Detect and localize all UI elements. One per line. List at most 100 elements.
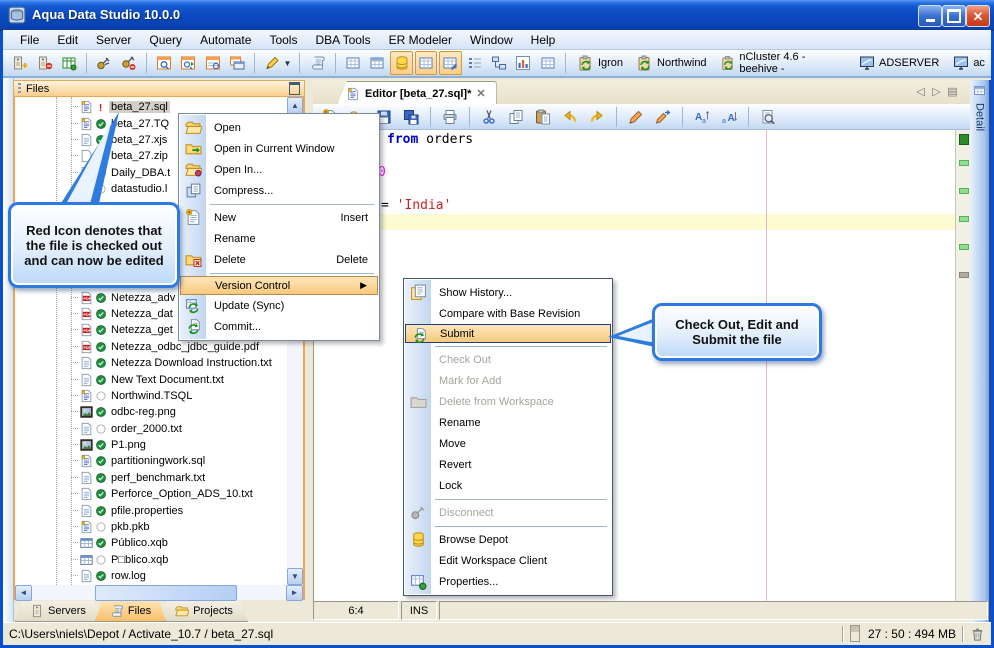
menu-item-rename[interactable]: Rename [180,228,378,249]
tree-item-netezza-odbc-jdbc-guide-pdf[interactable]: PDF Netezza_odbc_jdbc_guide.pdf [15,339,287,355]
menu-item-lock[interactable]: Lock [405,475,611,496]
server-shortcut-adserver[interactable]: ADSERVER [859,55,939,71]
menu-item-open-in[interactable]: Open In... [180,159,378,180]
editor-toolbar-pen-icon[interactable] [624,105,648,129]
menu-item-properties[interactable]: Properties... [405,571,611,592]
server-shortcut-igron[interactable]: Igron [578,55,623,71]
toolbar-outline-icon[interactable] [464,51,486,75]
tree-item-new-text-document-txt[interactable]: New Text Document.txt [15,371,287,387]
scroll-left-icon[interactable]: ◄ [15,585,32,601]
editor-tab[interactable]: Editor [beta_27.sql]* ✕ [337,81,497,105]
menu-item-new[interactable]: New Insert [180,207,378,228]
scroll-down-icon[interactable]: ▼ [287,568,303,585]
menu-item-update-sync[interactable]: Update (Sync) [180,295,378,316]
editor-toolbar-copy-icon[interactable] [504,105,528,129]
editor-toolbar-print-icon[interactable] [438,105,462,129]
scrollbar-thumb[interactable] [95,585,237,601]
tree-item-perf-benchmark-txt[interactable]: perf_benchmark.txt [15,470,287,486]
menu-item-browse-depot[interactable]: Browse Depot [405,529,611,550]
tree-item-partitioningwork-sql[interactable]: partitioningwork.sql [15,453,287,469]
error-stripe-mark[interactable] [959,134,969,145]
maximize-button[interactable] [942,5,966,27]
menu-item-submit[interactable]: Submit [405,324,611,344]
toolbar-server-remove-icon[interactable] [33,51,55,75]
tree-item-row-log[interactable]: row.log [15,568,287,584]
tab-scroll-right-icon[interactable]: ▷ [930,86,943,99]
toolbar-automate-pen-icon[interactable] [261,51,283,75]
menu-item-move[interactable]: Move [405,433,611,454]
server-shortcut-ac[interactable]: ac [953,55,985,71]
menu-item-compare-with-base-revision[interactable]: Compare with Base Revision [405,303,611,324]
toolbar-grid-plain-icon[interactable] [414,51,438,75]
editor-toolbar-cut-icon[interactable] [477,105,501,129]
editor-toolbar-redo-icon[interactable] [585,105,609,129]
toolbar-grid-header-icon[interactable] [366,51,388,75]
panel-tab-projects[interactable]: Projects [160,601,248,622]
error-stripe-mark[interactable] [959,272,969,278]
editor-toolbar-find-doc-icon[interactable] [756,105,780,129]
menu-item-edit-workspace-client[interactable]: Edit Workspace Client [405,550,611,571]
editor-toolbar-save-all-icon[interactable] [399,105,423,129]
scroll-right-icon[interactable]: ► [286,585,303,601]
menu-item-show-history[interactable]: Show History... [405,282,611,303]
garbage-collect-icon[interactable] [970,626,985,642]
toolbar-er-diagram-icon[interactable] [488,51,510,75]
files-panel-header[interactable]: Files [13,80,305,97]
menubar-item-edit[interactable]: Edit [48,31,87,49]
tree-horizontal-scrollbar[interactable]: ◄ ► [15,585,303,601]
menu-item-delete[interactable]: Delete Delete [180,249,378,270]
close-button[interactable]: ✕ [966,5,990,27]
minimize-button[interactable] [918,5,942,27]
menu-item-open-in-current-window[interactable]: Open in Current Window [180,138,378,159]
dropdown-caret-icon[interactable]: ▼ [284,59,292,68]
menubar-item-window[interactable]: Window [461,31,522,49]
menu-item-commit[interactable]: Commit... [180,316,378,337]
tree-item-northwind-tsql[interactable]: Northwind.TSQL [15,388,287,404]
tree-item-p1-png[interactable]: P1.png [15,437,287,453]
error-stripe-mark[interactable] [959,160,969,166]
menubar-item-er-modeler[interactable]: ER Modeler [380,31,461,49]
menubar-item-tools[interactable]: Tools [260,31,306,49]
server-shortcut-ncluster-4-6-beehive[interactable]: nCluster 4.6 - beehive - [721,51,845,75]
error-stripe-mark[interactable] [959,188,969,194]
menubar-item-help[interactable]: Help [522,31,565,49]
menubar-item-query[interactable]: Query [140,31,191,49]
tab-scroll-left-icon[interactable]: ◁ [914,86,927,99]
toolbar-table-plain-icon[interactable] [537,51,559,75]
title-bar[interactable]: Aqua Data Studio 10.0.0 ✕ [0,0,994,31]
toolbar-query-analyzer-icon[interactable] [153,51,175,75]
toolbar-grid-edit-icon[interactable] [439,51,462,75]
toolbar-query-view-icon[interactable] [201,51,223,75]
panel-tab-servers[interactable]: Servers [15,601,101,622]
tree-item-p-blico-xqb[interactable]: P□blico.xqb [15,552,287,568]
error-stripe-mark[interactable] [959,244,969,250]
menu-item-open[interactable]: Open [180,117,378,138]
editor-toolbar-undo-icon[interactable] [558,105,582,129]
editor-toolbar-paste-icon[interactable] [531,105,555,129]
tree-item-order-2000-txt[interactable]: order_2000.txt [15,421,287,437]
toolbar-disconnect-icon[interactable] [117,51,139,75]
toolbar-window-switch-icon[interactable] [226,51,248,75]
tree-item-p-blico-xqb[interactable]: Público.xqb [15,535,287,551]
scroll-up-icon[interactable]: ▲ [287,97,303,114]
toolbar-db-cylinder-icon[interactable] [390,51,413,75]
menu-item-compress[interactable]: Compress... [180,180,378,201]
editor-toolbar-font-inc-icon[interactable]: Aa [690,105,714,129]
menubar-item-automate[interactable]: Automate [191,31,260,49]
server-shortcut-northwind[interactable]: Northwind [637,55,707,71]
menubar-item-server[interactable]: Server [87,31,140,49]
editor-toolbar-font-dec-icon[interactable]: aA [717,105,741,129]
toolbar-table-green-icon[interactable] [58,51,80,75]
toolbar-query-open-icon[interactable] [177,51,199,75]
tree-item-pkb-pkb[interactable]: pkb.pkb [15,519,287,535]
toolbar-script-icon[interactable] [306,51,328,75]
tree-item-perforce-option-ads-10-txt[interactable]: Perforce_Option_ADS_10.txt [15,486,287,502]
tree-item-netezza-download-instruction-txt[interactable]: Netezza Download Instruction.txt [15,355,287,371]
toolbar-server-add-icon[interactable] [9,51,31,75]
menu-item-rename[interactable]: Rename [405,412,611,433]
panel-tab-files[interactable]: Files [95,601,166,622]
menubar-item-dba-tools[interactable]: DBA Tools [306,31,379,49]
toolbar-chart-icon[interactable] [512,51,534,75]
toolbar-connect-icon[interactable] [93,51,115,75]
menubar-item-file[interactable]: File [11,31,48,49]
